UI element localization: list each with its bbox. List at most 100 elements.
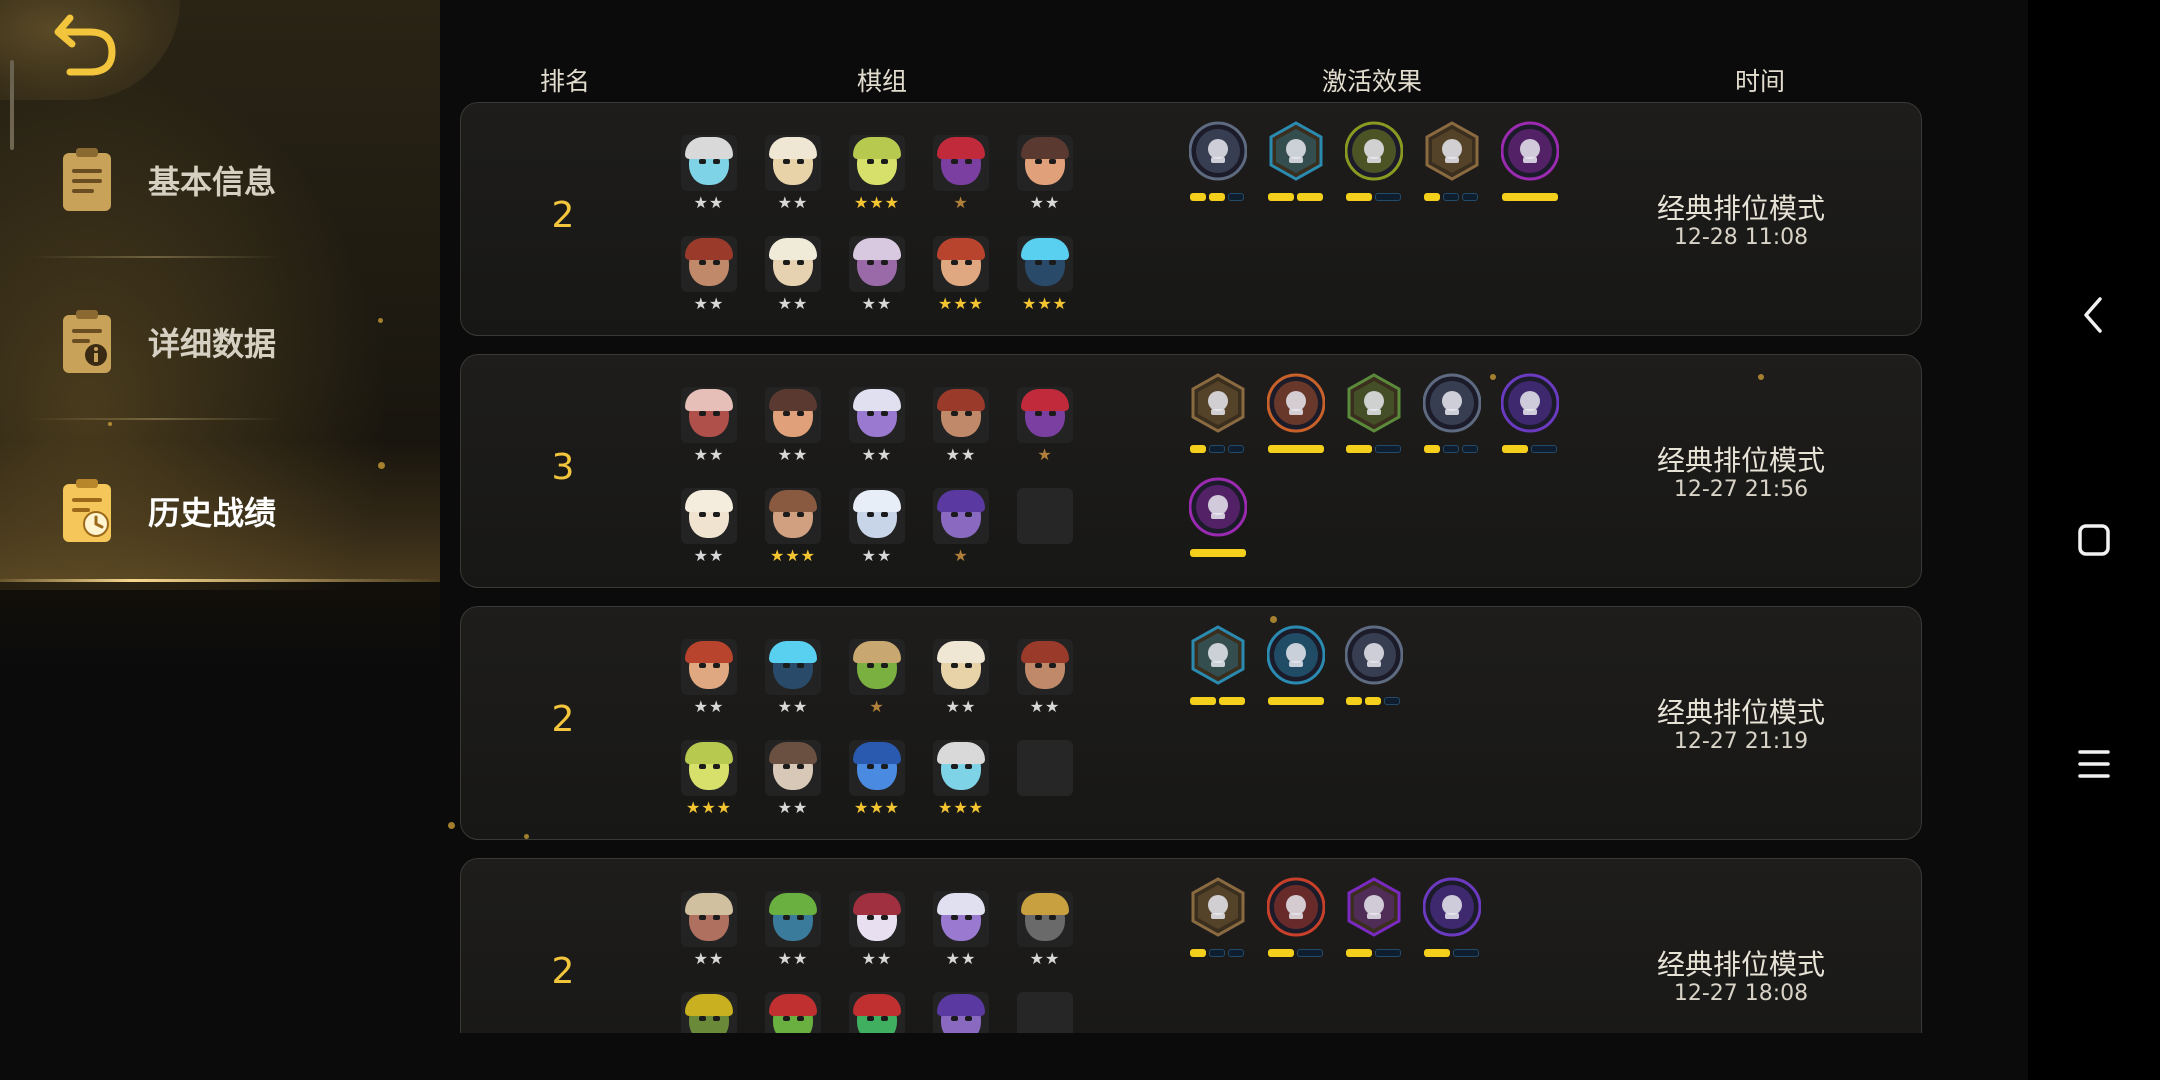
match-time: 12-27 21:19 xyxy=(1673,729,1809,754)
chess-unit[interactable]: ★★ xyxy=(1015,891,1075,971)
record-row[interactable]: 2 ★★ ★★ ★★ ★★ ★★ 经典排位模式 12-27 18:08 xyxy=(460,858,1922,1033)
rank-value: 2 xyxy=(551,951,575,992)
chess-unit[interactable]: ★★ xyxy=(763,639,823,719)
synergy-trait[interactable] xyxy=(1499,373,1563,459)
star-rating: ★★ xyxy=(945,697,977,716)
chess-unit[interactable]: ★★ xyxy=(847,236,907,316)
rank-value: 2 xyxy=(551,195,575,236)
rank-value: 2 xyxy=(551,699,575,740)
synergy-level-bars xyxy=(1424,949,1479,958)
synergy-trait[interactable] xyxy=(1343,373,1407,459)
unit-portrait-icon xyxy=(849,740,905,796)
chess-unit[interactable]: ★★ xyxy=(763,387,823,467)
unit-portrait-icon xyxy=(681,488,737,544)
chess-unit[interactable]: ★ xyxy=(931,488,991,568)
sidebar-item-label: 基本信息 xyxy=(148,163,277,201)
chess-unit[interactable]: ★★ xyxy=(679,891,739,971)
header-rank: 排名 xyxy=(539,67,591,96)
star-rating: ★★ xyxy=(693,546,725,565)
history-list[interactable]: 2 ★★ ★★ ★★★ ★ ★★ ★★ ★★ ★★ ★★★ ★★★ 经典排位模式… xyxy=(458,100,1928,1033)
synergy-trait[interactable] xyxy=(1343,625,1407,711)
record-row[interactable]: 2 ★★ ★★ ★★★ ★ ★★ ★★ ★★ ★★ ★★★ ★★★ 经典排位模式… xyxy=(460,102,1922,336)
chess-unit[interactable]: ★★ xyxy=(679,236,739,316)
sidebar: 基本信息 详细数据 历史战绩 xyxy=(0,0,440,1080)
synergy-trait[interactable] xyxy=(1187,121,1251,207)
chess-unit[interactable]: ★★ xyxy=(931,387,991,467)
chess-unit[interactable]: ★★★ xyxy=(847,740,907,820)
chess-unit[interactable]: ★★★ xyxy=(931,236,991,316)
star-rating: ★★★ xyxy=(1021,294,1069,313)
mage-staff-icon xyxy=(1269,121,1323,181)
record-row[interactable]: 3 ★★ ★★ ★★ ★★ ★ ★★ ★★★ ★★ ★ 经典排位模式 12-27… xyxy=(460,354,1922,588)
unit-portrait-icon xyxy=(849,387,905,443)
chess-unit[interactable]: ★★ xyxy=(847,387,907,467)
star-rating: ★★★ xyxy=(853,193,901,212)
chess-unit[interactable]: ★★ xyxy=(763,740,823,820)
document-icon xyxy=(63,148,111,211)
gear-icon xyxy=(1191,877,1245,937)
document-info-icon xyxy=(63,310,111,373)
chess-unit[interactable] xyxy=(847,992,907,1033)
unit-portrait-icon xyxy=(933,891,989,947)
chess-unit[interactable] xyxy=(679,992,739,1033)
chess-unit[interactable]: ★★★ xyxy=(931,740,991,820)
home-square-icon[interactable] xyxy=(2064,510,2124,570)
chess-unit[interactable] xyxy=(931,992,991,1033)
star-rating: ★★ xyxy=(945,445,977,464)
synergy-trait[interactable] xyxy=(1187,625,1251,711)
unit-portrait-icon xyxy=(933,236,989,292)
chess-unit[interactable]: ★★ xyxy=(679,135,739,215)
unit-portrait-icon xyxy=(681,236,737,292)
synergy-trait[interactable] xyxy=(1265,373,1329,459)
chess-unit[interactable]: ★ xyxy=(847,639,907,719)
chess-unit[interactable] xyxy=(763,992,823,1033)
chess-unit[interactable]: ★★ xyxy=(679,488,739,568)
unit-portrait-icon xyxy=(1017,236,1073,292)
chess-unit[interactable]: ★★ xyxy=(931,639,991,719)
chess-unit[interactable]: ★★ xyxy=(847,488,907,568)
chess-unit[interactable]: ★★ xyxy=(931,891,991,971)
synergy-trait[interactable] xyxy=(1265,121,1329,207)
record-row[interactable]: 2 ★★ ★★ ★ ★★ ★★ ★★★ ★★ ★★★ ★★★ 经典排位模式 12… xyxy=(460,606,1922,840)
chess-unit[interactable]: ★★ xyxy=(847,891,907,971)
chess-unit[interactable]: ★★ xyxy=(679,387,739,467)
chess-unit[interactable]: ★ xyxy=(931,135,991,215)
chess-unit[interactable]: ★★★ xyxy=(763,488,823,568)
chess-unit[interactable]: ★★★ xyxy=(679,740,739,820)
synergy-trait[interactable] xyxy=(1421,121,1485,207)
chess-unit[interactable]: ★★ xyxy=(1015,135,1075,215)
star-rating: ★ xyxy=(953,193,969,212)
chess-unit[interactable]: ★★ xyxy=(763,236,823,316)
synergy-trait[interactable] xyxy=(1265,625,1329,711)
synergy-trait[interactable] xyxy=(1265,877,1329,963)
chess-unit[interactable]: ★★ xyxy=(679,639,739,719)
sidebar-item-basic-info[interactable]: 基本信息 xyxy=(0,115,440,245)
back-arrow-icon[interactable] xyxy=(2064,285,2124,345)
unit-portrait-icon xyxy=(765,992,821,1033)
synergy-trait[interactable] xyxy=(1187,477,1251,563)
chess-unit[interactable]: ★★★ xyxy=(1015,236,1075,316)
chess-unit[interactable]: ★★ xyxy=(763,135,823,215)
synergy-trait[interactable] xyxy=(1421,877,1485,963)
sparkle xyxy=(1270,616,1277,623)
sparkle xyxy=(1490,374,1496,380)
synergy-trait[interactable] xyxy=(1343,877,1407,963)
helmet-icon xyxy=(1423,373,1481,433)
sidebar-item-detail-data[interactable]: 详细数据 xyxy=(0,277,440,407)
chess-unit[interactable]: ★ xyxy=(1015,387,1075,467)
return-arrow-icon[interactable] xyxy=(48,6,128,86)
menu-lines-icon[interactable] xyxy=(2064,734,2124,794)
chess-unit[interactable]: ★★★ xyxy=(847,135,907,215)
unit-portrait-icon xyxy=(849,488,905,544)
chess-unit[interactable]: ★★ xyxy=(1015,639,1075,719)
chess-unit[interactable]: ★★ xyxy=(763,891,823,971)
unit-portrait-icon xyxy=(681,639,737,695)
star-rating: ★★ xyxy=(861,949,893,968)
star-rating: ★★ xyxy=(777,445,809,464)
synergy-trait[interactable] xyxy=(1499,121,1563,207)
synergy-trait[interactable] xyxy=(1187,877,1251,963)
synergy-trait[interactable] xyxy=(1187,373,1251,459)
synergy-trait[interactable] xyxy=(1421,373,1485,459)
sidebar-item-history[interactable]: 历史战绩 xyxy=(0,440,440,582)
synergy-trait[interactable] xyxy=(1343,121,1407,207)
